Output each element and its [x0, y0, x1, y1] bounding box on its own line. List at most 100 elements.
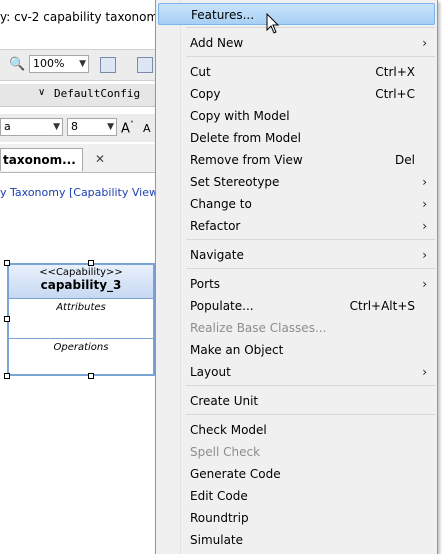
menu-item-label: Make an Object: [190, 343, 284, 357]
font-size-combo[interactable]: 8 ▼: [67, 118, 117, 136]
submenu-arrow-icon: ›: [422, 365, 427, 379]
menu-item-label: Ports: [190, 277, 221, 291]
menu-item-create-unit[interactable]: Create Unit: [158, 390, 435, 412]
menu-item-shortcut: Del: [395, 153, 415, 167]
font-combo[interactable]: a ▼: [0, 118, 63, 136]
application-window: y: cv-2 capability taxonomy in 🔍 100% ▼ …: [0, 0, 160, 554]
menu-item-spell-check: Spell Check: [158, 441, 435, 463]
menu-item-label: Generate Code: [190, 467, 281, 481]
menu-item-label: Remove from View: [190, 153, 303, 167]
menu-item-label: Refactor: [190, 219, 241, 233]
menu-item-edit-code[interactable]: Edit Code: [158, 485, 435, 507]
menu-item-roundtrip[interactable]: Roundtrip: [158, 507, 435, 529]
menu-item-label: Cut: [190, 65, 211, 79]
zoom-icon[interactable]: 🔍: [9, 57, 25, 72]
submenu-arrow-icon: ›: [422, 219, 427, 233]
menu-item-refactor[interactable]: Refactor ›: [158, 215, 435, 237]
config-combo[interactable]: DefaultConfig: [54, 87, 140, 100]
capability-class-box[interactable]: <<Capability>> capability_3 Attributes O…: [7, 263, 155, 376]
chevron-down-icon: ▼: [53, 122, 60, 132]
font-name: a: [4, 120, 11, 133]
chevron-down-icon[interactable]: ∨: [38, 87, 45, 98]
close-icon[interactable]: ✕: [95, 152, 105, 166]
menu-item-shortcut: Ctrl+Alt+S: [349, 299, 415, 313]
menu-item-label: Set Stereotype: [190, 175, 280, 189]
menu-separator: [186, 27, 435, 28]
zoom-combo[interactable]: 100% ▼: [29, 55, 89, 73]
menu-item-label: Delete from Model: [190, 131, 302, 145]
diagram-title: y Taxonomy [Capability View Pkg: [0, 186, 160, 199]
menu-item-copy[interactable]: Copy Ctrl+C: [158, 83, 435, 105]
menu-item-label: Add New: [190, 36, 244, 50]
submenu-arrow-icon: ›: [422, 197, 427, 211]
context-menu: Features... Add New › Cut Ctrl+X Copy Ctrl+C Co…: [155, 0, 438, 554]
selection-handle[interactable]: [88, 260, 94, 266]
menu-item-populate[interactable]: Populate... Ctrl+Alt+S: [158, 295, 435, 317]
grow-font-icon[interactable]: A˄: [121, 120, 134, 136]
menu-item-features[interactable]: Features...: [158, 3, 435, 25]
menu-item-add-new[interactable]: Add New ›: [158, 32, 435, 54]
menu-item-realize-base-classes: Realize Base Classes...: [158, 317, 435, 339]
menu-item-label: Change to: [190, 197, 252, 211]
selection-handle[interactable]: [4, 316, 10, 322]
menu-item-label: Copy: [190, 87, 221, 101]
menu-item-label: Navigate: [190, 248, 244, 262]
menu-item-check-model[interactable]: Check Model: [158, 419, 435, 441]
zoom-value: 100%: [33, 57, 65, 70]
attributes-compartment: Attributes: [9, 299, 153, 339]
menu-separator: [186, 56, 435, 57]
menu-item-make-an-object[interactable]: Make an Object: [158, 339, 435, 361]
menu-item-simulate[interactable]: Simulate: [158, 529, 435, 551]
stereotype-label: <<Capability>>: [39, 267, 123, 278]
submenu-arrow-icon: ›: [422, 36, 427, 50]
menu-item-change-to[interactable]: Change to ›: [158, 193, 435, 215]
chevron-down-icon: ▼: [107, 122, 114, 132]
menu-item-shortcut: Ctrl+C: [375, 87, 415, 101]
menu-item-label: Copy with Model: [190, 109, 290, 123]
menu-separator: [186, 239, 435, 240]
menu-item-shortcut: Ctrl+X: [375, 65, 415, 79]
menu-separator: [186, 385, 435, 386]
submenu-arrow-icon: ›: [422, 277, 427, 291]
submenu-arrow-icon: ›: [422, 175, 427, 189]
selection-handle[interactable]: [4, 260, 10, 266]
main-toolbar: 🔍 100% ▼: [0, 49, 160, 81]
toolbar-icon[interactable]: [100, 57, 116, 73]
window-title: y: cv-2 capability taxonomy in: [0, 0, 160, 34]
format-toolbar: a ▼ 8 ▼ A˄ A: [0, 114, 160, 142]
menu-item-cut[interactable]: Cut Ctrl+X: [158, 61, 435, 83]
menu-item-label: Edit Code: [190, 489, 248, 503]
menu-item-ports[interactable]: Ports ›: [158, 273, 435, 295]
menu-separator: [186, 268, 435, 269]
class-name: capability_3: [40, 278, 122, 292]
menu-item-navigate[interactable]: Navigate ›: [158, 244, 435, 266]
chevron-down-icon: ▼: [79, 59, 86, 69]
submenu-arrow-icon: ›: [422, 248, 427, 262]
config-toolbar: ∨ DefaultConfig: [0, 84, 160, 107]
menu-item-label: Populate...: [190, 299, 254, 313]
menu-item-delete-from-model[interactable]: Delete from Model: [158, 127, 435, 149]
selection-handle[interactable]: [4, 373, 10, 379]
diagram-canvas[interactable]: [0, 200, 160, 554]
menu-item-remove-from-view[interactable]: Remove from View Del: [158, 149, 435, 171]
menu-item-label: Spell Check: [190, 445, 261, 459]
menu-item-label: Create Unit: [190, 394, 259, 408]
operations-compartment: Operations: [53, 342, 109, 353]
tab-taxonomy[interactable]: taxonom...: [0, 148, 83, 171]
menu-item-layout[interactable]: Layout ›: [158, 361, 435, 383]
font-size-value: 8: [71, 120, 78, 133]
editor-tab-strip: taxonom... ✕: [0, 144, 160, 173]
menu-item-label: Features...: [191, 8, 255, 22]
menu-item-label: Layout: [190, 365, 231, 379]
menu-separator: [186, 414, 435, 415]
selection-handle[interactable]: [88, 373, 94, 379]
class-header: <<Capability>> capability_3: [9, 265, 153, 299]
tab-label: taxonom...: [3, 153, 76, 167]
menu-item-copy-with-model[interactable]: Copy with Model: [158, 105, 435, 127]
menu-item-set-stereotype[interactable]: Set Stereotype ›: [158, 171, 435, 193]
menu-item-generate-code[interactable]: Generate Code: [158, 463, 435, 485]
toolbar-icon[interactable]: [137, 57, 153, 73]
shrink-font-icon[interactable]: A: [143, 122, 151, 135]
menu-item-label: Roundtrip: [190, 511, 249, 525]
menu-item-label: Simulate: [190, 533, 244, 547]
